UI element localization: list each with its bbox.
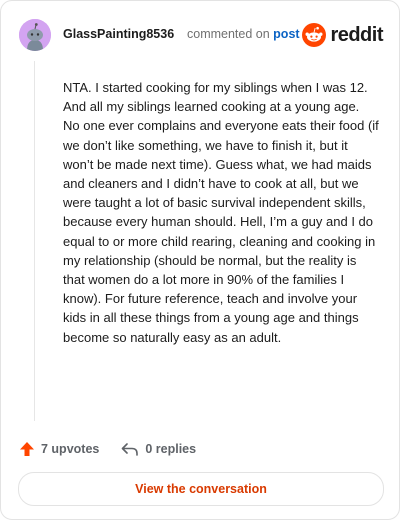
post-link[interactable]: post [273,27,299,41]
username[interactable]: GlassPainting8536 [63,27,174,41]
reddit-snoo-icon [302,23,327,47]
snoo-avatar-icon [19,19,51,51]
upvote-button[interactable]: 7 upvotes [19,441,99,457]
meta-prefix: commented on [187,27,270,41]
reply-count: 0 replies [145,442,197,456]
upvote-arrow-icon [20,442,34,456]
comment-card: GlassPainting8536 commented on post redd… [0,0,400,520]
comment-header: GlassPainting8536 commented on post redd… [19,19,383,51]
reply-button[interactable]: 0 replies [121,441,196,457]
view-conversation-button[interactable]: View the conversation [18,472,384,506]
reddit-wordmark: reddit [330,23,383,46]
upvote-count: 7 upvotes [41,442,100,456]
thread-line [34,61,35,421]
reply-arrow-icon [122,443,139,456]
reddit-logo[interactable]: reddit [302,21,383,49]
user-avatar[interactable] [19,19,51,51]
comment-actions: 7 upvotes 0 replies [19,439,218,459]
comment-meta: commented on post [187,27,300,41]
comment-body: NTA. I started cooking for my siblings w… [63,80,383,345]
